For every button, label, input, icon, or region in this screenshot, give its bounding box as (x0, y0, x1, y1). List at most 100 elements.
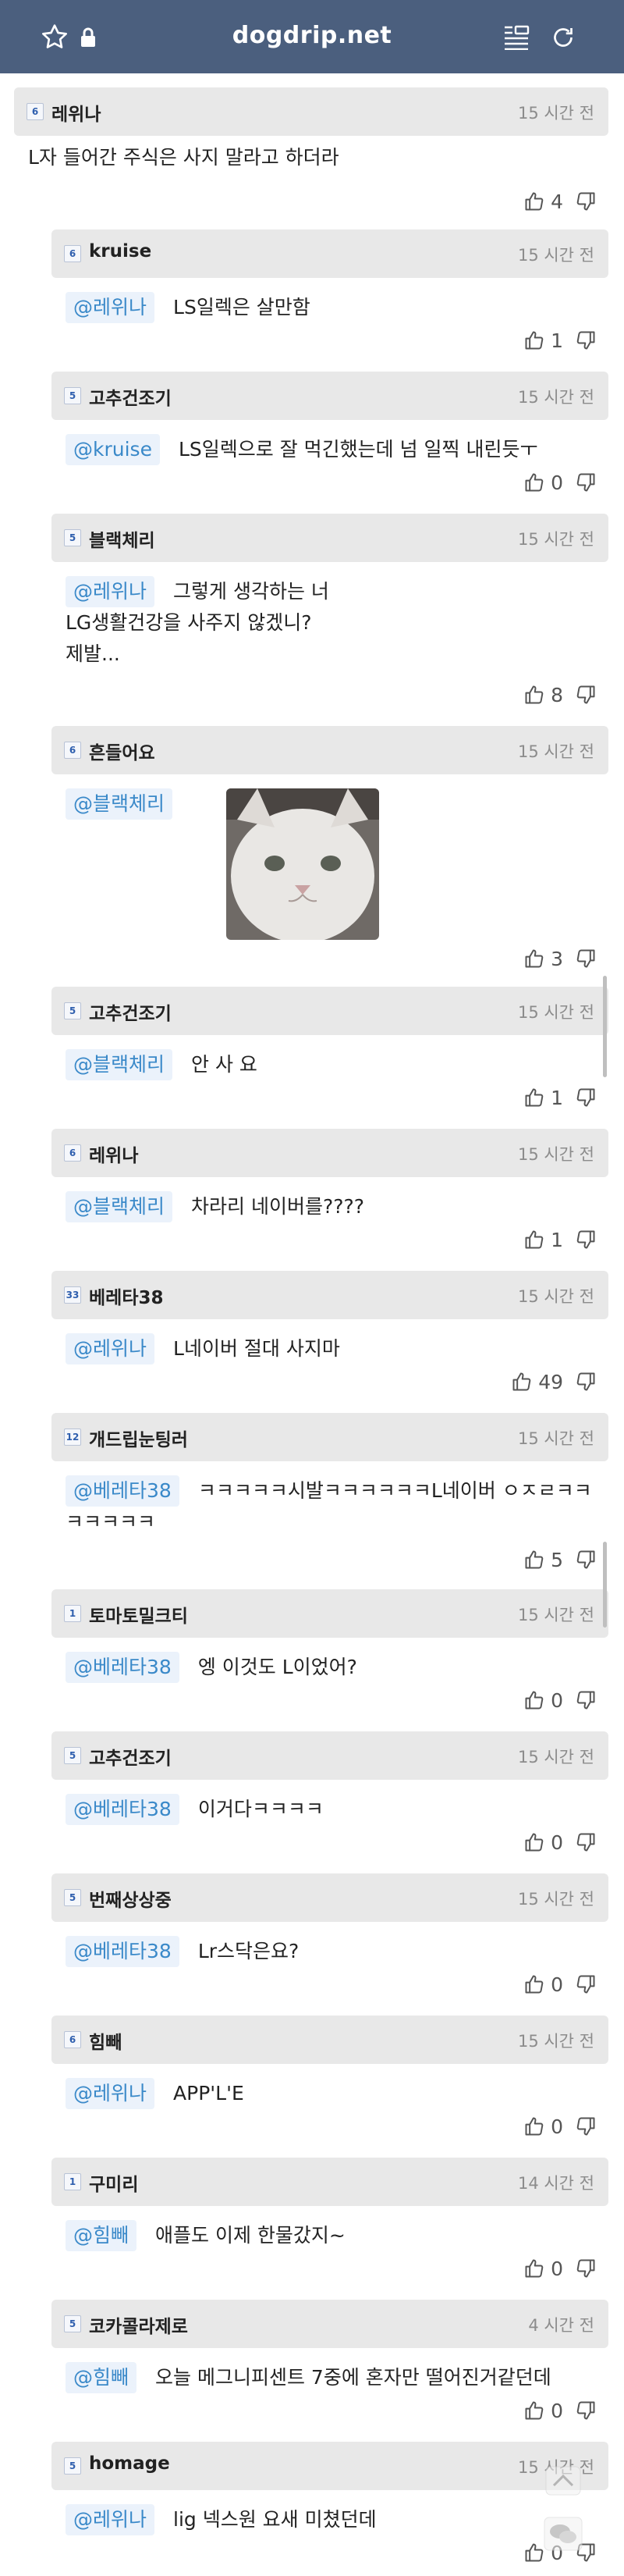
comment-author[interactable]: 고추건조기 (89, 1743, 172, 1770)
vote-controls: 0 (523, 468, 597, 496)
thumbs-down-icon[interactable] (574, 1688, 597, 1712)
mention-tag[interactable]: @힘빼 (66, 2220, 137, 2251)
thumbs-down-icon[interactable] (574, 1086, 597, 1109)
chat-bubbles-icon[interactable] (534, 2510, 593, 2557)
comment-header: 5 번째상상중 15 시간 전 (51, 1873, 608, 1922)
thumbs-up-icon[interactable] (523, 2115, 546, 2138)
vote-controls: 0 (523, 2254, 597, 2282)
thumbs-up-icon[interactable] (523, 683, 546, 706)
reader-mode-icon[interactable] (499, 20, 534, 55)
thumbs-down-icon[interactable] (574, 2257, 597, 2280)
mention-tag[interactable]: @kruise (66, 434, 160, 465)
comment-author[interactable]: 블랙체리 (89, 525, 155, 552)
member-level-badge: 6 (64, 2031, 81, 2048)
comment-text: LS일렉은 살만함 (173, 296, 310, 318)
comment-header: 6 힘빼 15 시간 전 (51, 2016, 608, 2064)
comment-time: 15 시간 전 (517, 1890, 594, 1909)
comment-author[interactable]: 번째상상중 (89, 1885, 172, 1912)
thumbs-down-icon[interactable] (574, 1228, 597, 1251)
comment-author[interactable]: 토마토밀크티 (89, 1601, 188, 1628)
thumbs-up-icon[interactable] (523, 1973, 546, 1996)
scroll-top-button[interactable] (534, 2457, 593, 2504)
comment-author[interactable]: homage (89, 2453, 170, 2474)
comment: 6 흔들어요 15 시간 전 @블랙체리 3 (51, 726, 608, 984)
comment-author[interactable]: 개드립눈팅러 (89, 1425, 188, 1451)
member-level-badge: 5 (64, 1747, 81, 1764)
thumbs-down-icon[interactable] (574, 329, 597, 352)
thumbs-up-icon[interactable] (523, 1688, 546, 1712)
thumbs-up-icon[interactable] (523, 471, 546, 494)
thumbs-up-icon[interactable] (523, 2257, 546, 2280)
comment-author[interactable]: 베레타38 (89, 1283, 164, 1309)
thumbs-down-icon[interactable] (574, 2399, 597, 2422)
comment: 6 레위나 15 시간 전 @블랙체리 차라리 네이버를???? 1 (51, 1129, 608, 1265)
vote-controls: 8 (523, 681, 597, 709)
comment-author[interactable]: 흔들어요 (89, 738, 155, 764)
comment-author[interactable]: kruise (89, 241, 151, 262)
mention-tag[interactable]: @블랙체리 (66, 1191, 173, 1222)
thumbs-down-icon[interactable] (574, 2115, 597, 2138)
comment-text: APP'L'E (173, 2082, 244, 2105)
thumbs-up-icon[interactable] (523, 1831, 546, 1854)
comment-author[interactable]: 코카콜라제로 (89, 2311, 188, 2338)
comment-author[interactable]: 레위나 (51, 99, 101, 126)
thumbs-down-icon[interactable] (574, 683, 597, 706)
thumbs-up-icon[interactable] (523, 329, 546, 352)
thumbs-down-icon[interactable] (574, 947, 597, 970)
cat-photo[interactable] (226, 788, 379, 940)
comment-author[interactable]: 고추건조기 (89, 383, 172, 410)
comment: 1 토마토밀크티 15 시간 전 @베레타38 엥 이것도 L이었어? 0 (51, 1589, 608, 1725)
comment-text: Lr스닥은요? (197, 1940, 300, 1962)
comment-author[interactable]: 레위나 (89, 1140, 138, 1167)
thumbs-down-icon[interactable] (574, 1831, 597, 1854)
thumbs-up-icon[interactable] (523, 2399, 546, 2422)
mention-tag[interactable]: @블랙체리 (66, 1049, 173, 1080)
thumbs-down-icon[interactable] (574, 1370, 597, 1393)
thumbs-up-icon[interactable] (523, 947, 546, 970)
mention-tag[interactable]: @베레타38 (66, 1936, 179, 1967)
comment: 12 개드립눈팅러 15 시간 전 @베레타38 ㅋㅋㅋㅋㅋ시발ㅋㅋㅋㅋㅋㅋL네이버 ㅇ… (51, 1413, 608, 1585)
mention-tag[interactable]: @베레타38 (66, 1652, 179, 1683)
comment-body: @레위나 LS일렉은 살만함 (66, 292, 594, 323)
thumbs-up-icon[interactable] (523, 1086, 546, 1109)
comment-time: 15 시간 전 (517, 388, 594, 407)
comment: 6 레위나 15 시간 전 L자 들어간 주식은 사지 말라고 하더라 4 (14, 87, 608, 226)
comment: 5 번째상상중 15 시간 전 @베레타38 Lr스닥은요? 0 (51, 1873, 608, 2009)
mention-tag[interactable]: @힘빼 (66, 2362, 137, 2393)
member-level-badge: 5 (64, 2315, 81, 2332)
scrollbar[interactable] (603, 976, 607, 1077)
comment-body: @베레타38 Lr스닥은요? (66, 1936, 594, 1967)
mention-tag[interactable]: @레위나 (66, 1333, 155, 1364)
thumbs-down-icon[interactable] (574, 190, 597, 213)
mention-tag[interactable]: @레위나 (66, 2504, 155, 2535)
comment-body: @힘빼 오늘 메그니피센트 7중에 혼자만 떨어진거같던데 (66, 2362, 594, 2393)
member-level-badge: 6 (27, 103, 44, 120)
comment-header: 6 레위나 15 시간 전 (14, 87, 608, 136)
vote-controls: 49 (510, 1368, 597, 1396)
comment: 5 고추건조기 15 시간 전 @블랙체리 안 사 요 1 (51, 987, 608, 1123)
mention-tag[interactable]: @블랙체리 (66, 788, 173, 820)
thumbs-up-icon[interactable] (523, 190, 546, 213)
member-level-badge: 5 (64, 1002, 81, 1019)
comment-author[interactable]: 고추건조기 (89, 998, 172, 1025)
mention-tag[interactable]: @베레타38 (66, 1794, 179, 1825)
thumbs-down-icon[interactable] (574, 471, 597, 494)
comment-body: @베레타38 엥 이것도 L이었어? (66, 1652, 594, 1683)
thumbs-up-icon[interactable] (523, 1548, 546, 1571)
thumbs-up-icon[interactable] (510, 1370, 534, 1393)
comment-author[interactable]: 구미리 (89, 2169, 138, 2196)
mention-tag[interactable]: @베레타38 (66, 1475, 179, 1507)
thumbs-down-icon[interactable] (574, 1548, 597, 1571)
comment-text: 애플도 이제 한물갔지~ (155, 2224, 346, 2247)
thumbs-up-icon[interactable] (523, 1228, 546, 1251)
mention-tag[interactable]: @레위나 (66, 576, 155, 607)
comment: 5 블랙체리 15 시간 전 @레위나 그렇게 생각하는 너 LG생활건강을 사주지 않겠… (51, 514, 608, 720)
comment-body: @블랙체리 차라리 네이버를???? (66, 1191, 594, 1222)
scrollbar-secondary[interactable] (603, 1542, 607, 1628)
mention-tag[interactable]: @레위나 (66, 2078, 155, 2109)
comment-body: @kruise LS일렉으로 잘 먹긴했는데 넘 일찍 내린듯ㅜ (66, 434, 594, 465)
mention-tag[interactable]: @레위나 (66, 292, 155, 323)
comment-author[interactable]: 힘빼 (89, 2027, 122, 2054)
thumbs-down-icon[interactable] (574, 1973, 597, 1996)
reload-icon[interactable] (546, 20, 580, 55)
